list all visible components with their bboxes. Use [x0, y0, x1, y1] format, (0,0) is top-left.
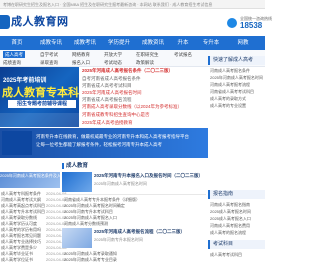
- subnav-chip[interactable]: 成绩查询: [3, 59, 21, 66]
- right-section-title: 快速了解成人高考: [208, 56, 265, 65]
- right-sidebar: 快速了解成人高考 河南成人高考报名条件 2025年河南成人高考报名时间 河南成人…: [208, 50, 265, 264]
- intro-strip: 河南专升本在线教育，做最权威最专业的河南专升本和成人高考报考指导平台 让每一位考…: [0, 128, 208, 158]
- right-list-item[interactable]: 2025成人高考报名时间: [210, 208, 265, 215]
- nav-item-degree[interactable]: 学历提升: [104, 36, 134, 50]
- subnav-chip[interactable]: 考试动态: [104, 59, 122, 66]
- nav-item-home[interactable]: 首页: [2, 36, 32, 50]
- feature-thumb-2[interactable]: [62, 228, 92, 248]
- subnav-chip[interactable]: 考试报名: [174, 51, 192, 58]
- intro-badge-image: [2, 131, 32, 155]
- hotline-number[interactable]: 18538: [240, 21, 262, 30]
- feature-subtitle-2: 2025年河南专升本报名时间: [94, 237, 143, 242]
- nav-item-associate[interactable]: 专升本: [196, 36, 226, 50]
- feature-thumb[interactable]: [62, 172, 92, 192]
- right-list-item[interactable]: 河南成人高考报名指南: [210, 201, 265, 208]
- banner-line-1: 2025年考前培训: [3, 78, 47, 84]
- feature-title-2[interactable]: 2025年河南成人高考报名流程（二〇二三版）: [94, 228, 206, 235]
- phone-icon: [227, 18, 237, 28]
- subnav-chip[interactable]: 网络教育: [72, 51, 90, 58]
- banner-line-3: 招生专题考前辅导课程: [8, 100, 76, 108]
- right-list-item[interactable]: 成人高考考试科目: [210, 251, 265, 258]
- logo-icon[interactable]: [0, 15, 10, 29]
- news-item[interactable]: 河南成人高考录取分数线（以2024年为参考标准）: [82, 103, 206, 111]
- right-section-title: 考试科目: [208, 240, 265, 249]
- headline-link[interactable]: 2025年河南成人高考报名条件（二〇二三版）: [82, 67, 206, 75]
- subnav-chip[interactable]: 报名入口: [72, 59, 90, 66]
- right-list-item[interactable]: 河南成人高考报名费用: [210, 222, 265, 229]
- top-notice-bar: 考博在职研究生招生及报名入口 · 全国MBA 招生及在职研究生报考最新咨询 · …: [0, 0, 265, 9]
- right-list-item[interactable]: 成人高考的录取方式: [210, 95, 265, 102]
- banner-line-2: 成人教育专本科: [2, 87, 79, 99]
- subnav-chip[interactable]: 政策解读: [136, 59, 154, 66]
- subnav-chip[interactable]: 录取查询: [40, 59, 58, 66]
- subnav-chip[interactable]: 开放大学: [104, 51, 122, 58]
- right-list-item[interactable]: 2025年河南成人高考报名时间: [210, 74, 265, 81]
- right-list-item[interactable]: 河南成人高考报名条件: [210, 67, 265, 74]
- divider: [62, 194, 206, 195]
- right-list-item[interactable]: 2025成人高考报名入口: [210, 215, 265, 222]
- news-item[interactable]: 2025年成人高考函授教育: [82, 119, 206, 127]
- list-item[interactable]: 成人高考学位证书: [1, 256, 45, 263]
- list-item[interactable]: 2025年河南成人高考报名条件及入口（二〇二三版）: [0, 172, 60, 179]
- intro-line-1: 河南专升本在线教育，做最权威最专业的河南专升本和成人高考报考指导平台: [36, 134, 189, 139]
- right-list-item[interactable]: 河南省成人高考考试科目: [210, 88, 265, 95]
- nav-item-online[interactable]: 网教: [228, 36, 258, 50]
- right-list-item[interactable]: 河南成人高考报考流程: [210, 81, 265, 88]
- right-list-item[interactable]: 成人高考的专业设置: [210, 102, 265, 109]
- feature-subtitle: 2025年河南成人高考报名时间: [94, 181, 147, 186]
- nav-item-news[interactable]: 成教专讯: [36, 36, 66, 50]
- site-header: 成人教育网 全国统一咨询热线 18538: [0, 9, 272, 36]
- list-item[interactable]: 河南成人高考分数线预测: [64, 220, 206, 227]
- section-title-adult-edu: 成人教育: [62, 162, 88, 170]
- nav-item-upgrade[interactable]: 升本: [168, 36, 198, 50]
- site-logo-text[interactable]: 成人教育网: [11, 16, 69, 29]
- promo-banner[interactable]: 2025年考前培训 成人教育专本科 招生专题考前辅导课程: [0, 67, 79, 127]
- nav-item-info[interactable]: 成教资讯: [138, 36, 168, 50]
- nav-item-exam[interactable]: 成教考讯: [70, 36, 100, 50]
- news-item[interactable]: 河南省成教专科招生查询中心是否: [82, 111, 206, 119]
- right-list-item[interactable]: 成人高考的报名流程: [210, 229, 265, 236]
- subnav-chip[interactable]: 成人高考: [3, 51, 25, 58]
- section-bar-icon: [62, 162, 64, 169]
- headline-news: 2025年河南成人高考报名条件（二〇二三版） 自考河南省成人高考报名条件 河南省…: [82, 67, 206, 127]
- right-section-title: 报名指南: [208, 190, 265, 199]
- subnav-chip[interactable]: 自学考试: [40, 51, 58, 58]
- banner-decoration: [0, 113, 79, 127]
- top-notice-text: 考博在职研究生招生及报名入口 · 全国MBA 招生及在职研究生报考最新咨询 · …: [3, 2, 213, 7]
- intro-line-2: 让每一位考生都能了解报考条件，轻松报考河南专升本成人高考: [36, 142, 162, 147]
- main-nav: 首页 成教专讯 成教考讯 学历提升 成教资讯 升本 专升本 网教: [0, 36, 265, 50]
- section-title-text: 成人教育: [66, 163, 89, 169]
- feature-title[interactable]: 2025年河南专升本报名入口及报名时间（二〇二三版）: [94, 172, 206, 179]
- subnav-chip[interactable]: 在职研究生: [136, 51, 159, 58]
- list-item[interactable]: 2025年河南成人高考专业目录: [64, 256, 206, 263]
